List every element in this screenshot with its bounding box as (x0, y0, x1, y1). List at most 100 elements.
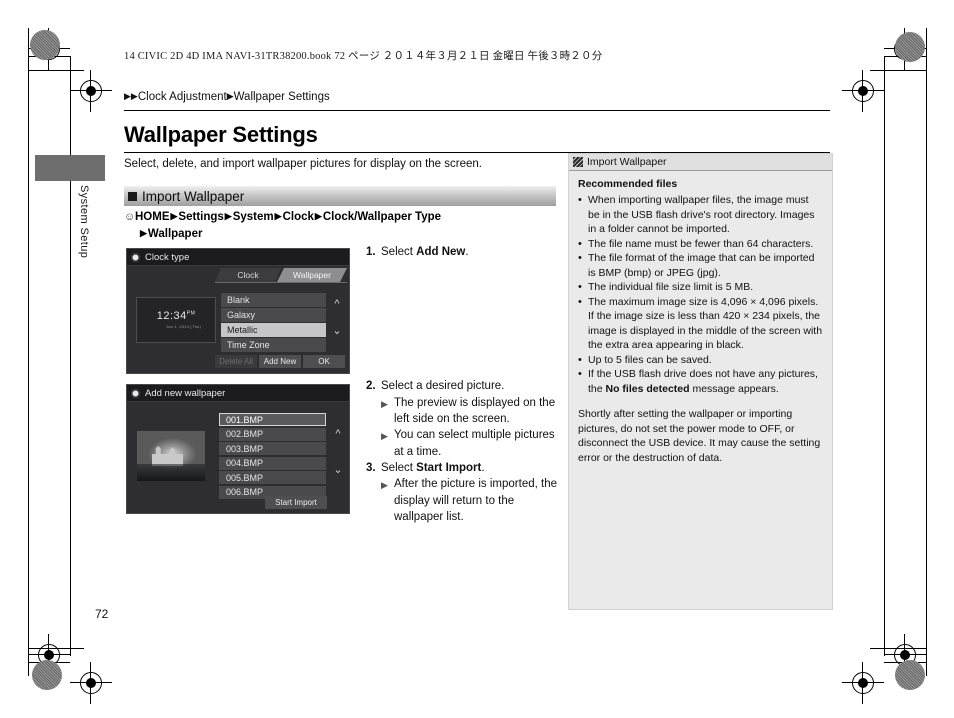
color-blob-mark (895, 660, 925, 690)
step-2: 2. Select a desired picture. (366, 378, 562, 394)
step-number: 1. (366, 246, 376, 258)
foreground-shade (137, 464, 205, 481)
list-item[interactable]: Galaxy (221, 308, 326, 322)
registration-mark (70, 662, 112, 704)
square-bullet-icon (128, 191, 137, 201)
step-text: Select Start Import. (381, 461, 485, 474)
info-panel-title: Import Wallpaper (587, 156, 667, 168)
registration-mark (28, 634, 70, 676)
chevron-down-icon[interactable]: ⌄ (332, 465, 344, 476)
bullet-dot-icon: • (578, 295, 582, 308)
bullet-text: The preview is displayed on the left sid… (394, 396, 556, 425)
trim-mark (28, 662, 70, 663)
wallpaper-preview-thumbnail (137, 431, 205, 481)
list-item[interactable]: Blank (221, 293, 326, 307)
nav-item-system: System (232, 211, 274, 223)
instruction-steps: 1. Select Add New. 2. Select a desired p… (366, 244, 562, 525)
divider (124, 110, 830, 111)
thumb-tab-block (35, 155, 105, 181)
bullet-text: You can select multiple pictures at a ti… (394, 429, 555, 458)
no-files-detected-term: No files detected (605, 382, 690, 395)
clock-preview-time: 12:34PM (156, 310, 196, 323)
delete-all-button[interactable]: Delete All (215, 355, 257, 368)
tab-wallpaper[interactable]: Wallpaper (277, 268, 347, 282)
ok-button[interactable]: OK (303, 355, 345, 368)
manual-page: 14 CIVIC 2D 4D IMA NAVI-31TR38200.book 7… (0, 0, 954, 718)
nav-item-home: HOME (135, 211, 170, 223)
step-bold-term: Add New (416, 246, 466, 258)
section-header: Import Wallpaper (124, 186, 556, 206)
info-bullet: • Up to 5 files can be saved. (578, 353, 823, 367)
file-list-item[interactable]: 004.BMP (219, 456, 326, 470)
registration-mark (842, 70, 884, 112)
file-list-item[interactable]: 002.BMP (219, 427, 326, 441)
tab-underline (215, 282, 347, 283)
bullet-dot-icon: • (578, 194, 582, 207)
info-panel-paragraph: Shortly after setting the wallpaper or i… (578, 408, 821, 464)
device-tab-row: Clock Wallpaper (215, 267, 347, 283)
clock-preview-date: Jan 1, 2014 (Thu) (166, 324, 201, 330)
bullet-text: After the picture is imported, the displ… (394, 478, 557, 523)
nav-item-clock-wallpaper-type: Clock/Wallpaper Type (322, 211, 442, 223)
info-panel-body: Recommended files • When importing wallpa… (569, 171, 832, 465)
info-bullet-text: The file name must be fewer than 64 char… (588, 237, 814, 250)
device-screenshot-clock-type: Clock type Clock Wallpaper 12:34PM Jan 1… (126, 248, 350, 374)
trim-mark (884, 56, 926, 57)
info-bullet-text: The maximum image size is 4,096 × 4,096 … (588, 295, 823, 352)
info-bullet-text: The file format of the image that can be… (588, 252, 815, 279)
book-header-line: 14 CIVIC 2D 4D IMA NAVI-31TR38200.book 7… (124, 51, 603, 62)
intro-text: Select, delete, and import wallpaper pic… (124, 158, 482, 170)
step-text: Select Add New. (381, 246, 469, 258)
page-number: 72 (95, 607, 109, 621)
list-item-selected[interactable]: Metallic (221, 323, 326, 337)
info-bullet: • The maximum image size is 4,096 × 4,096… (578, 295, 823, 353)
trim-mark (28, 648, 84, 649)
chevron-up-icon[interactable]: ^ (331, 299, 343, 310)
clock-preview: 12:34PM Jan 1, 2014 (Thu) (136, 297, 216, 343)
trim-mark (28, 28, 29, 676)
registration-mark (70, 70, 112, 112)
chevron-down-icon[interactable]: ⌄ (331, 326, 343, 337)
info-panel-header: Import Wallpaper (569, 154, 832, 171)
start-import-button[interactable]: Start Import (265, 496, 327, 509)
breadcrumb-level1: Clock Adjustment (137, 91, 227, 103)
triangle-icon: ▶ (274, 211, 282, 221)
info-panel-heading: Recommended files (578, 178, 678, 190)
breadcrumb: ▶▶Clock Adjustment▶Wallpaper Settings (124, 91, 330, 103)
step-text: Select a desired picture. (381, 380, 505, 393)
step-number: 2. (366, 380, 376, 393)
file-list-item[interactable]: 003.BMP (219, 442, 326, 455)
registration-mark (884, 634, 926, 676)
tab-clock[interactable]: Clock (215, 268, 281, 282)
triangle-icon: ▶ (130, 91, 138, 101)
info-bullet: • The individual file size limit is 5 MB. (578, 280, 823, 294)
step-number: 3. (366, 461, 376, 474)
bullet-dot-icon: • (578, 368, 582, 381)
wallpaper-type-list: Blank Galaxy Metallic Time Zone (221, 293, 326, 353)
info-bullet: • The file name must be fewer than 64 cha… (578, 237, 823, 251)
device-button-row: Delete All Add New OK (215, 355, 345, 368)
color-blob-mark (32, 660, 62, 690)
chevron-up-icon[interactable]: ^ (332, 429, 344, 440)
gear-icon (131, 252, 140, 262)
info-bullet-text: The individual file size limit is 5 MB. (588, 281, 754, 294)
file-list-item-selected[interactable]: 001.BMP (219, 413, 326, 426)
step-3-bullet-1: ▶ After the picture is imported, the dis… (366, 476, 562, 525)
file-list-item[interactable]: 005.BMP (219, 471, 326, 484)
list-item[interactable]: Time Zone (221, 338, 326, 352)
nav-item-wallpaper: Wallpaper (147, 227, 203, 240)
trim-mark (28, 56, 70, 57)
nav-item-clock: Clock (282, 211, 314, 223)
device-titlebar: Clock type (127, 249, 349, 266)
breadcrumb-level2: Wallpaper Settings (233, 91, 330, 103)
info-bullet-text: If the USB flash drive does not have any… (588, 368, 818, 395)
add-new-button[interactable]: Add New (259, 355, 301, 368)
castle-shape (151, 446, 184, 466)
nav-second-line: ▶ Wallpaper (124, 226, 564, 243)
registration-mark (842, 662, 884, 704)
step-1: 1. Select Add New. (366, 244, 562, 260)
registration-mark (28, 28, 70, 70)
bullet-dot-icon: • (578, 281, 582, 294)
step-2-bullet-2: ▶ You can select multiple pictures at a … (366, 427, 562, 460)
